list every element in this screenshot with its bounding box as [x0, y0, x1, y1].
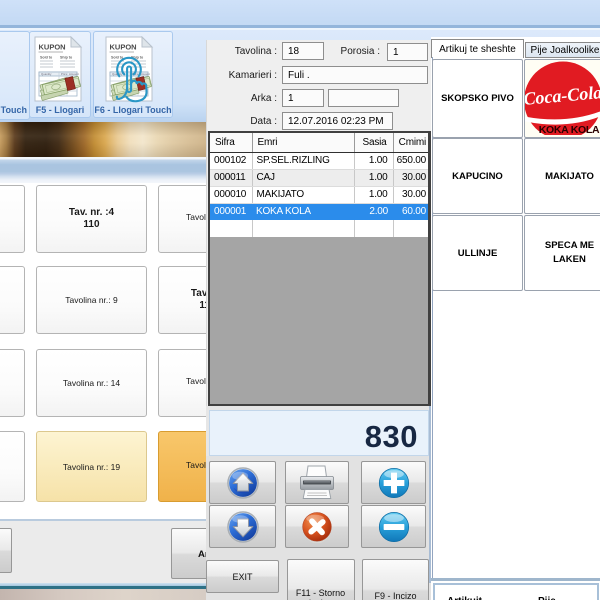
svg-text:Sold to: Sold to: [40, 56, 53, 60]
svg-text:Ship to: Ship to: [60, 56, 73, 60]
svg-text:Amount: Amount: [69, 72, 79, 76]
svg-text:KOKA KOLA: KOKA KOLA: [539, 124, 600, 135]
svg-text:Quantity: Quantity: [41, 72, 52, 76]
svg-text:KUPON: KUPON: [39, 43, 66, 52]
